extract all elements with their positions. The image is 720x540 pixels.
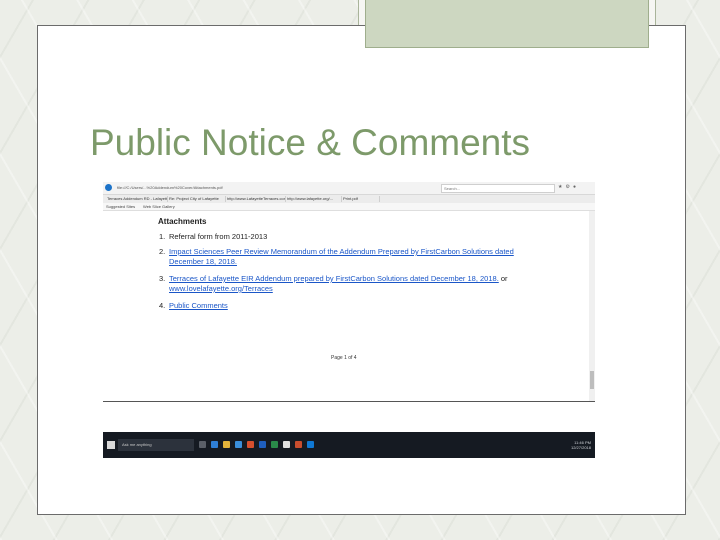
- excel-icon[interactable]: [271, 441, 278, 448]
- favorites-bar: Suggested Sites Web Slice Gallery: [103, 203, 595, 211]
- browser-tab[interactable]: Terraces Addendum RD - Lafayette: [105, 196, 168, 202]
- slide-title: Public Notice & Comments: [90, 122, 531, 163]
- folder-icon[interactable]: [223, 441, 230, 448]
- office-icon[interactable]: [247, 441, 254, 448]
- browser-tab[interactable]: Print.pdf: [341, 196, 380, 202]
- embedded-screenshot: file:///C:/Users/...%20Addendum%20Cover/…: [103, 182, 595, 458]
- favorite-link[interactable]: Web Slice Gallery: [143, 204, 175, 209]
- decorative-tab-inner: [365, 0, 649, 48]
- browser-tab[interactable]: http://www.LafayetteTerraces.com: [225, 196, 286, 202]
- search-input[interactable]: Search...: [441, 184, 555, 193]
- page-indicator: Page 1 of 4: [331, 355, 357, 361]
- store-icon[interactable]: [235, 441, 242, 448]
- edge-icon[interactable]: [211, 441, 218, 448]
- task-view-icon[interactable]: [199, 441, 206, 448]
- list-item: 3. Terraces of Lafayette EIR Addendum pre…: [159, 274, 508, 293]
- scroll-thumb[interactable]: [590, 371, 594, 389]
- chrome-icon[interactable]: [283, 441, 290, 448]
- outlook-icon[interactable]: [307, 441, 314, 448]
- list-item: 2. Impact Sciences Peer Review Memorandum…: [159, 247, 549, 267]
- taskbar-search[interactable]: Ask me anything: [118, 439, 194, 451]
- attachment-link[interactable]: www.lovelafayette.org/Terraces: [169, 284, 273, 293]
- url-text[interactable]: file:///C:/Users/...%20Addendum%20Cover/…: [117, 185, 223, 190]
- windows-start-icon[interactable]: [107, 441, 115, 449]
- taskbar: Ask me anything 11:46 PM 12/27/2018: [103, 432, 595, 458]
- favorite-link[interactable]: Suggested Sites: [106, 204, 135, 209]
- browser-tab[interactable]: http://www.lafayette.org/...: [285, 196, 342, 202]
- powerpoint-icon[interactable]: [295, 441, 302, 448]
- list-item: 1. Referral form from 2011-2013: [159, 232, 268, 241]
- next-page: [103, 402, 595, 432]
- browser-logo-icon: [105, 184, 112, 191]
- scrollbar[interactable]: [589, 211, 595, 401]
- attachment-link[interactable]: Impact Sciences Peer Review Memorandum o…: [169, 247, 549, 267]
- attachment-link[interactable]: Terraces of Lafayette EIR Addendum prepa…: [169, 274, 499, 283]
- word-icon[interactable]: [259, 441, 266, 448]
- toolbar-icons[interactable]: ★⚙●: [558, 184, 579, 190]
- attachment-link[interactable]: Public Comments: [169, 301, 228, 310]
- doc-heading: Attachments: [158, 217, 207, 226]
- browser-tab[interactable]: Re: Project City of Lafayette: [167, 196, 226, 202]
- list-item: 4. Public Comments: [159, 301, 228, 310]
- system-clock[interactable]: 11:46 PM 12/27/2018: [549, 440, 591, 450]
- tab-strip: Terraces Addendum RD - Lafayette Re: Pro…: [103, 195, 595, 203]
- address-bar[interactable]: file:///C:/Users/...%20Addendum%20Cover/…: [103, 182, 595, 195]
